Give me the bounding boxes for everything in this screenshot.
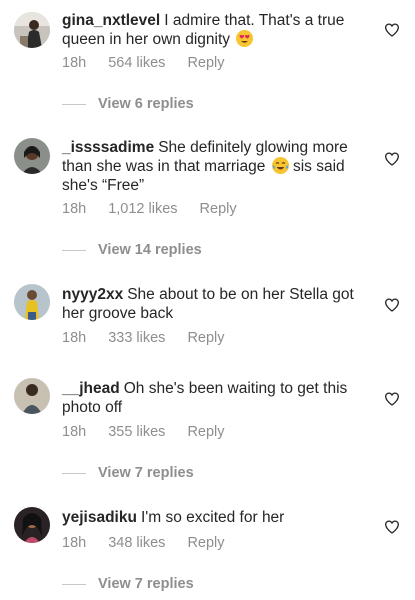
view-replies-button[interactable]: View 14 replies bbox=[62, 242, 202, 258]
comment-body: I'm so excited for her bbox=[140, 509, 285, 526]
comment-time: 18h bbox=[62, 424, 87, 440]
comment-username[interactable]: yejisadiku bbox=[62, 509, 137, 526]
comment-username[interactable]: _issssadime bbox=[62, 139, 154, 156]
view-replies-button[interactable]: View 7 replies bbox=[62, 576, 194, 592]
heart-outline-icon[interactable] bbox=[384, 519, 400, 535]
reply-button[interactable]: Reply bbox=[187, 330, 224, 346]
heart-outline-icon[interactable] bbox=[384, 391, 400, 407]
heart-outline-icon[interactable] bbox=[384, 22, 400, 38]
replies-divider bbox=[62, 583, 86, 585]
comment-likes[interactable]: 564 likes bbox=[108, 55, 165, 71]
comment-username[interactable]: nyyy2xx bbox=[62, 286, 123, 303]
reply-button[interactable]: Reply bbox=[200, 201, 237, 217]
comment-username[interactable]: gina_nxtlevel bbox=[62, 12, 160, 29]
reply-button[interactable]: Reply bbox=[187, 535, 224, 551]
view-replies-label: View 14 replies bbox=[98, 242, 202, 258]
comment-time: 18h bbox=[62, 330, 87, 346]
avatar[interactable] bbox=[14, 284, 50, 320]
comment-likes[interactable]: 355 likes bbox=[108, 424, 165, 440]
reply-button[interactable]: Reply bbox=[187, 55, 224, 71]
comment-time: 18h bbox=[62, 55, 87, 71]
comment-text: nyyy2xx She about to be on her Stella got… bbox=[62, 285, 372, 323]
comment-meta: 18h 355 likes Reply bbox=[62, 424, 225, 440]
comment-text: __jhead Oh she's been waiting to get this… bbox=[62, 379, 372, 417]
replies-divider bbox=[62, 103, 86, 105]
comment-meta: 18h 348 likes Reply bbox=[62, 535, 225, 551]
view-replies-button[interactable]: View 7 replies bbox=[62, 465, 194, 481]
comment-username[interactable]: __jhead bbox=[62, 380, 120, 397]
comment-text: gina_nxtlevel I admire that. That's a tru… bbox=[62, 11, 372, 49]
reply-button[interactable]: Reply bbox=[187, 424, 224, 440]
comment-meta: 18h 333 likes Reply bbox=[62, 330, 225, 346]
avatar[interactable] bbox=[14, 507, 50, 543]
avatar[interactable] bbox=[14, 12, 50, 48]
replies-divider bbox=[62, 472, 86, 474]
comment-likes[interactable]: 333 likes bbox=[108, 330, 165, 346]
comment-text: yejisadiku I'm so excited for her bbox=[62, 508, 372, 527]
replies-divider bbox=[62, 249, 86, 251]
comment-text: _issssadime She definitely glowing more t… bbox=[62, 138, 372, 195]
heart-outline-icon[interactable] bbox=[384, 297, 400, 313]
view-replies-label: View 6 replies bbox=[98, 96, 194, 112]
comment-meta: 18h 564 likes Reply bbox=[62, 55, 225, 71]
comment-time: 18h bbox=[62, 535, 87, 551]
comment-meta: 18h 1,012 likes Reply bbox=[62, 201, 237, 217]
comment-likes[interactable]: 1,012 likes bbox=[108, 201, 177, 217]
heart-eyes-emoji-icon bbox=[236, 30, 254, 47]
view-replies-button[interactable]: View 6 replies bbox=[62, 96, 194, 112]
crying-laughing-emoji-icon bbox=[271, 157, 289, 174]
avatar[interactable] bbox=[14, 378, 50, 414]
avatar[interactable] bbox=[14, 138, 50, 174]
comment-time: 18h bbox=[62, 201, 87, 217]
view-replies-label: View 7 replies bbox=[98, 465, 194, 481]
heart-outline-icon[interactable] bbox=[384, 151, 400, 167]
view-replies-label: View 7 replies bbox=[98, 576, 194, 592]
comment-likes[interactable]: 348 likes bbox=[108, 535, 165, 551]
